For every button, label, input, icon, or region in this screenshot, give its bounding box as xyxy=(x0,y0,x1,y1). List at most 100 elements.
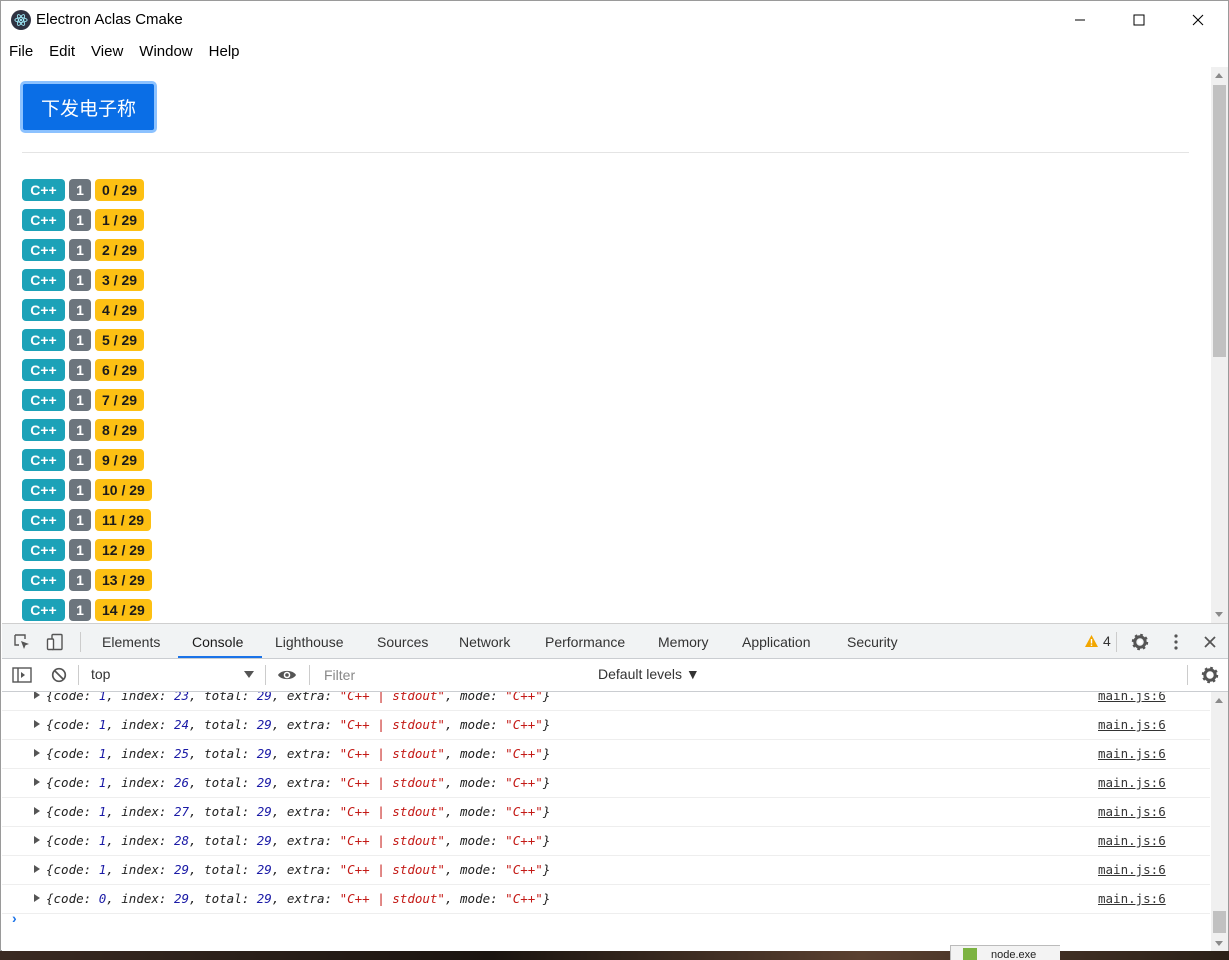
more-menu-icon[interactable] xyxy=(1166,631,1186,653)
code-badge: 1 xyxy=(69,419,91,441)
tab-application[interactable]: Application xyxy=(742,624,811,658)
title-bar[interactable]: Electron Aclas Cmake xyxy=(1,1,1228,39)
progress-badge: 4 / 29 xyxy=(95,299,145,321)
close-icon[interactable] xyxy=(1168,1,1228,39)
settings-icon[interactable] xyxy=(1129,631,1151,653)
send-to-scale-button[interactable]: 下发电子称 xyxy=(20,81,157,133)
context-value: top xyxy=(91,666,111,682)
inspect-element-icon[interactable] xyxy=(12,632,32,652)
mode-badge: C++ xyxy=(22,449,65,471)
console-log-row[interactable]: {code: 1, index: 25, total: 29, extra: "… xyxy=(2,740,1210,769)
console-settings-icon[interactable] xyxy=(1199,664,1221,686)
log-source-link[interactable]: main.js:6 xyxy=(1098,717,1166,732)
tab-memory[interactable]: Memory xyxy=(658,624,709,658)
menu-window[interactable]: Window xyxy=(131,39,200,67)
log-index: 26 xyxy=(173,775,190,790)
log-index: 27 xyxy=(173,804,190,819)
log-extra: "C++ | stdout" xyxy=(339,775,445,790)
log-code: 1 xyxy=(98,862,107,877)
progress-badge: 2 / 29 xyxy=(95,239,145,261)
expand-triangle-icon[interactable] xyxy=(34,692,40,699)
code-badge: 1 xyxy=(69,239,91,261)
expand-triangle-icon[interactable] xyxy=(34,720,40,728)
tab-lighthouse[interactable]: Lighthouse xyxy=(275,624,344,658)
page-content: 下发电子称 C++ 1 0 / 29 C++ 1 1 / 29 C++ 1 2 / 29 C… xyxy=(2,67,1210,623)
expand-triangle-icon[interactable] xyxy=(34,749,40,757)
log-source-link[interactable]: main.js:6 xyxy=(1098,692,1166,703)
expand-triangle-icon[interactable] xyxy=(34,778,40,786)
log-mode: "C++" xyxy=(505,862,543,877)
sidebar-toggle-icon[interactable] xyxy=(11,665,33,685)
menu-file[interactable]: File xyxy=(1,39,41,67)
console-prompt[interactable]: › xyxy=(12,910,17,926)
log-source-link[interactable]: main.js:6 xyxy=(1098,833,1166,848)
scroll-down-icon[interactable] xyxy=(1215,941,1223,946)
console-output: {code: 1, index: 23, total: 29, extra: "… xyxy=(2,692,1210,952)
expand-triangle-icon[interactable] xyxy=(34,894,40,902)
console-log-row[interactable]: {code: 1, index: 26, total: 29, extra: "… xyxy=(2,769,1210,798)
scrollbar-thumb[interactable] xyxy=(1213,85,1226,357)
electron-app-icon xyxy=(11,10,31,30)
log-total: 29 xyxy=(256,717,272,732)
console-log-row[interactable]: {code: 1, index: 27, total: 29, extra: "… xyxy=(2,798,1210,827)
tab-console[interactable]: Console xyxy=(178,624,262,658)
maximize-icon[interactable] xyxy=(1109,1,1169,39)
log-source-link[interactable]: main.js:6 xyxy=(1098,862,1166,877)
log-mode: "C++" xyxy=(505,891,543,906)
console-log-row[interactable]: {code: 1, index: 23, total: 29, extra: "… xyxy=(2,692,1210,711)
toolbar-divider xyxy=(1187,665,1188,685)
progress-badge: 14 / 29 xyxy=(95,599,152,621)
mode-badge: C++ xyxy=(22,329,65,351)
content-scrollbar[interactable] xyxy=(1211,67,1228,623)
progress-badge: 3 / 29 xyxy=(95,269,145,291)
log-extra: "C++ | stdout" xyxy=(339,862,445,877)
scroll-up-icon[interactable] xyxy=(1215,73,1223,78)
log-mode: "C++" xyxy=(505,775,543,790)
menu-edit[interactable]: Edit xyxy=(41,39,83,67)
log-list: {code: 1, index: 23, total: 29, extra: "… xyxy=(2,692,1210,914)
code-badge: 1 xyxy=(69,509,91,531)
close-devtools-icon[interactable] xyxy=(1199,631,1221,653)
log-mode: "C++" xyxy=(505,746,543,761)
expand-triangle-icon[interactable] xyxy=(34,836,40,844)
log-source-link[interactable]: main.js:6 xyxy=(1098,746,1166,761)
scroll-up-icon[interactable] xyxy=(1215,698,1223,703)
log-levels-dropdown[interactable]: Default levels ▼ xyxy=(598,666,700,682)
tab-performance[interactable]: Performance xyxy=(545,624,625,658)
log-source-link[interactable]: main.js:6 xyxy=(1098,775,1166,790)
tab-sources[interactable]: Sources xyxy=(377,624,428,658)
device-toolbar-icon[interactable] xyxy=(45,632,65,652)
console-log-row[interactable]: {code: 0, index: 29, total: 29, extra: "… xyxy=(2,885,1210,914)
tab-elements[interactable]: Elements xyxy=(102,624,160,658)
console-log-row[interactable]: {code: 1, index: 24, total: 29, extra: "… xyxy=(2,711,1210,740)
tab-security[interactable]: Security xyxy=(847,624,898,658)
warning-counter[interactable]: 4 xyxy=(1084,633,1111,649)
toolbar-divider xyxy=(1116,632,1117,652)
menu-help[interactable]: Help xyxy=(201,39,248,67)
filter-input[interactable] xyxy=(319,663,586,687)
scroll-down-icon[interactable] xyxy=(1215,612,1223,617)
app-window: Electron Aclas Cmake File Edit View Wind… xyxy=(0,0,1229,952)
console-log-row[interactable]: {code: 1, index: 29, total: 29, extra: "… xyxy=(2,856,1210,885)
scrollbar-thumb[interactable] xyxy=(1213,911,1226,933)
context-select[interactable]: top xyxy=(86,666,258,686)
tab-network[interactable]: Network xyxy=(459,624,510,658)
list-item: C++ 1 9 / 29 xyxy=(22,449,156,479)
devtools-tab-bar: Elements Console Lighthouse Sources Netw… xyxy=(2,624,1228,659)
console-scrollbar[interactable] xyxy=(1211,692,1228,952)
console-log-row[interactable]: {code: 1, index: 28, total: 29, extra: "… xyxy=(2,827,1210,856)
progress-badge: 7 / 29 xyxy=(95,389,145,411)
minimize-icon[interactable] xyxy=(1050,1,1110,39)
progress-badge: 12 / 29 xyxy=(95,539,152,561)
log-object: {code: 1, index: 23, total: 29, extra: "… xyxy=(46,692,550,703)
log-source-link[interactable]: main.js:6 xyxy=(1098,891,1166,906)
expand-triangle-icon[interactable] xyxy=(34,807,40,815)
taskbar-node-item[interactable]: node.exe xyxy=(950,945,1060,960)
mode-badge: C++ xyxy=(22,419,65,441)
menu-view[interactable]: View xyxy=(83,39,131,67)
eye-icon[interactable] xyxy=(275,664,299,686)
mode-badge: C++ xyxy=(22,179,65,201)
clear-console-icon[interactable] xyxy=(48,665,70,685)
expand-triangle-icon[interactable] xyxy=(34,865,40,873)
log-source-link[interactable]: main.js:6 xyxy=(1098,804,1166,819)
